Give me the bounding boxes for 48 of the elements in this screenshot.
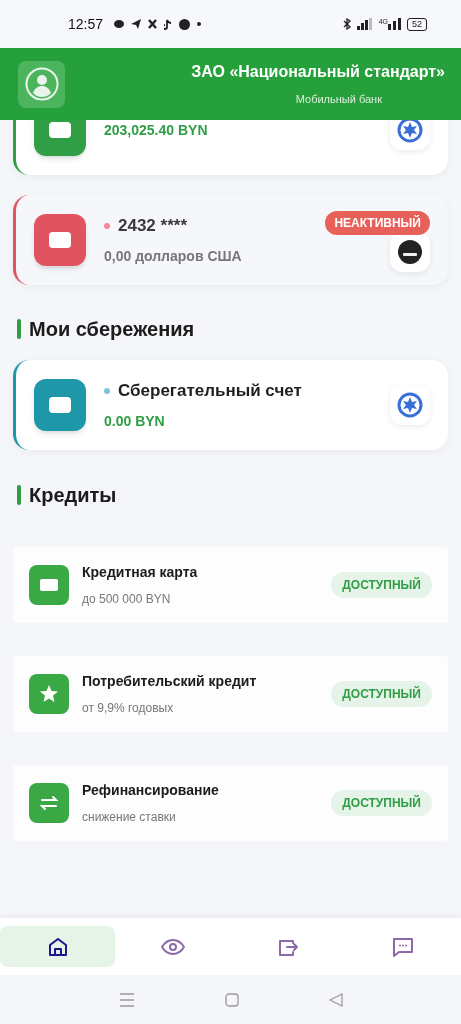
emblem-icon — [397, 120, 423, 143]
account-balance: 0.00 BYN — [104, 412, 166, 432]
swap-icon — [29, 783, 69, 823]
available-badge: ДОСТУПНЫЙ — [331, 572, 432, 598]
card-icon — [34, 214, 86, 266]
battery-indicator: 52 — [407, 17, 427, 31]
app-subtitle: Мобильный банк — [295, 92, 382, 108]
section-title: Мои сбережения — [29, 317, 195, 342]
payment-logo-icon — [397, 239, 423, 265]
home-tab[interactable] — [0, 926, 116, 967]
paper-plane-icon — [131, 19, 142, 29]
bluetooth-icon — [342, 18, 351, 30]
account-card[interactable]: Сберегательный счет 0.00 BYN — [13, 360, 448, 450]
product-subtitle: от 9,9% годовых — [82, 700, 175, 717]
back-icon[interactable] — [328, 992, 343, 1007]
user-icon — [24, 67, 59, 101]
home-button-icon[interactable] — [224, 992, 239, 1007]
inactive-badge: НЕАКТИВНЫЙ — [325, 211, 430, 235]
circle-icon — [179, 18, 191, 30]
account-name: 2432 **** — [118, 214, 187, 237]
credit-product-card[interactable]: Потребительский кредит от 9,9% годовых ДОСТУПНЫЙ — [13, 656, 448, 732]
signal-icon — [388, 18, 401, 30]
product-title: Потребительский кредит — [82, 672, 258, 691]
section-title: Кредиты — [29, 483, 117, 508]
bank-name: ЗАО «Национальный стандарт» — [191, 62, 445, 83]
product-title: Рефинансирование — [82, 781, 220, 800]
menu-icon[interactable] — [118, 992, 135, 1007]
profile-avatar-button[interactable] — [18, 60, 65, 108]
account-balance: 0,00 долларов США — [104, 247, 243, 267]
available-badge: ДОСТУПНЫЙ — [331, 790, 432, 816]
product-subtitle: снижение ставки — [82, 809, 177, 826]
dot-icon — [197, 22, 202, 26]
credit-product-card[interactable]: Кредитная карта до 500 000 BYN ДОСТУПНЫЙ — [13, 547, 448, 623]
product-subtitle: до 500 000 BYN — [82, 591, 172, 608]
product-title: Кредитная карта — [82, 563, 199, 582]
message-icon — [114, 19, 125, 29]
signal-icon — [356, 18, 373, 30]
account-name: Сберегательный счет — [118, 379, 302, 402]
credit-product-card[interactable]: Рефинансирование снижение ставки ДОСТУПНЫЙ — [13, 765, 448, 841]
cross-icon — [148, 19, 158, 29]
account-balance: 203,025.40 BYN — [104, 120, 209, 140]
card-icon — [29, 565, 69, 605]
account-card[interactable]: 2432 **** 0,00 долларов США НЕАКТИВНЫЙ — [13, 195, 448, 285]
music-note-icon — [164, 18, 173, 30]
status-time: 12:57 — [68, 14, 104, 34]
card-icon — [34, 379, 86, 431]
available-badge: ДОСТУПНЫЙ — [331, 681, 432, 707]
emblem-icon — [397, 392, 423, 418]
